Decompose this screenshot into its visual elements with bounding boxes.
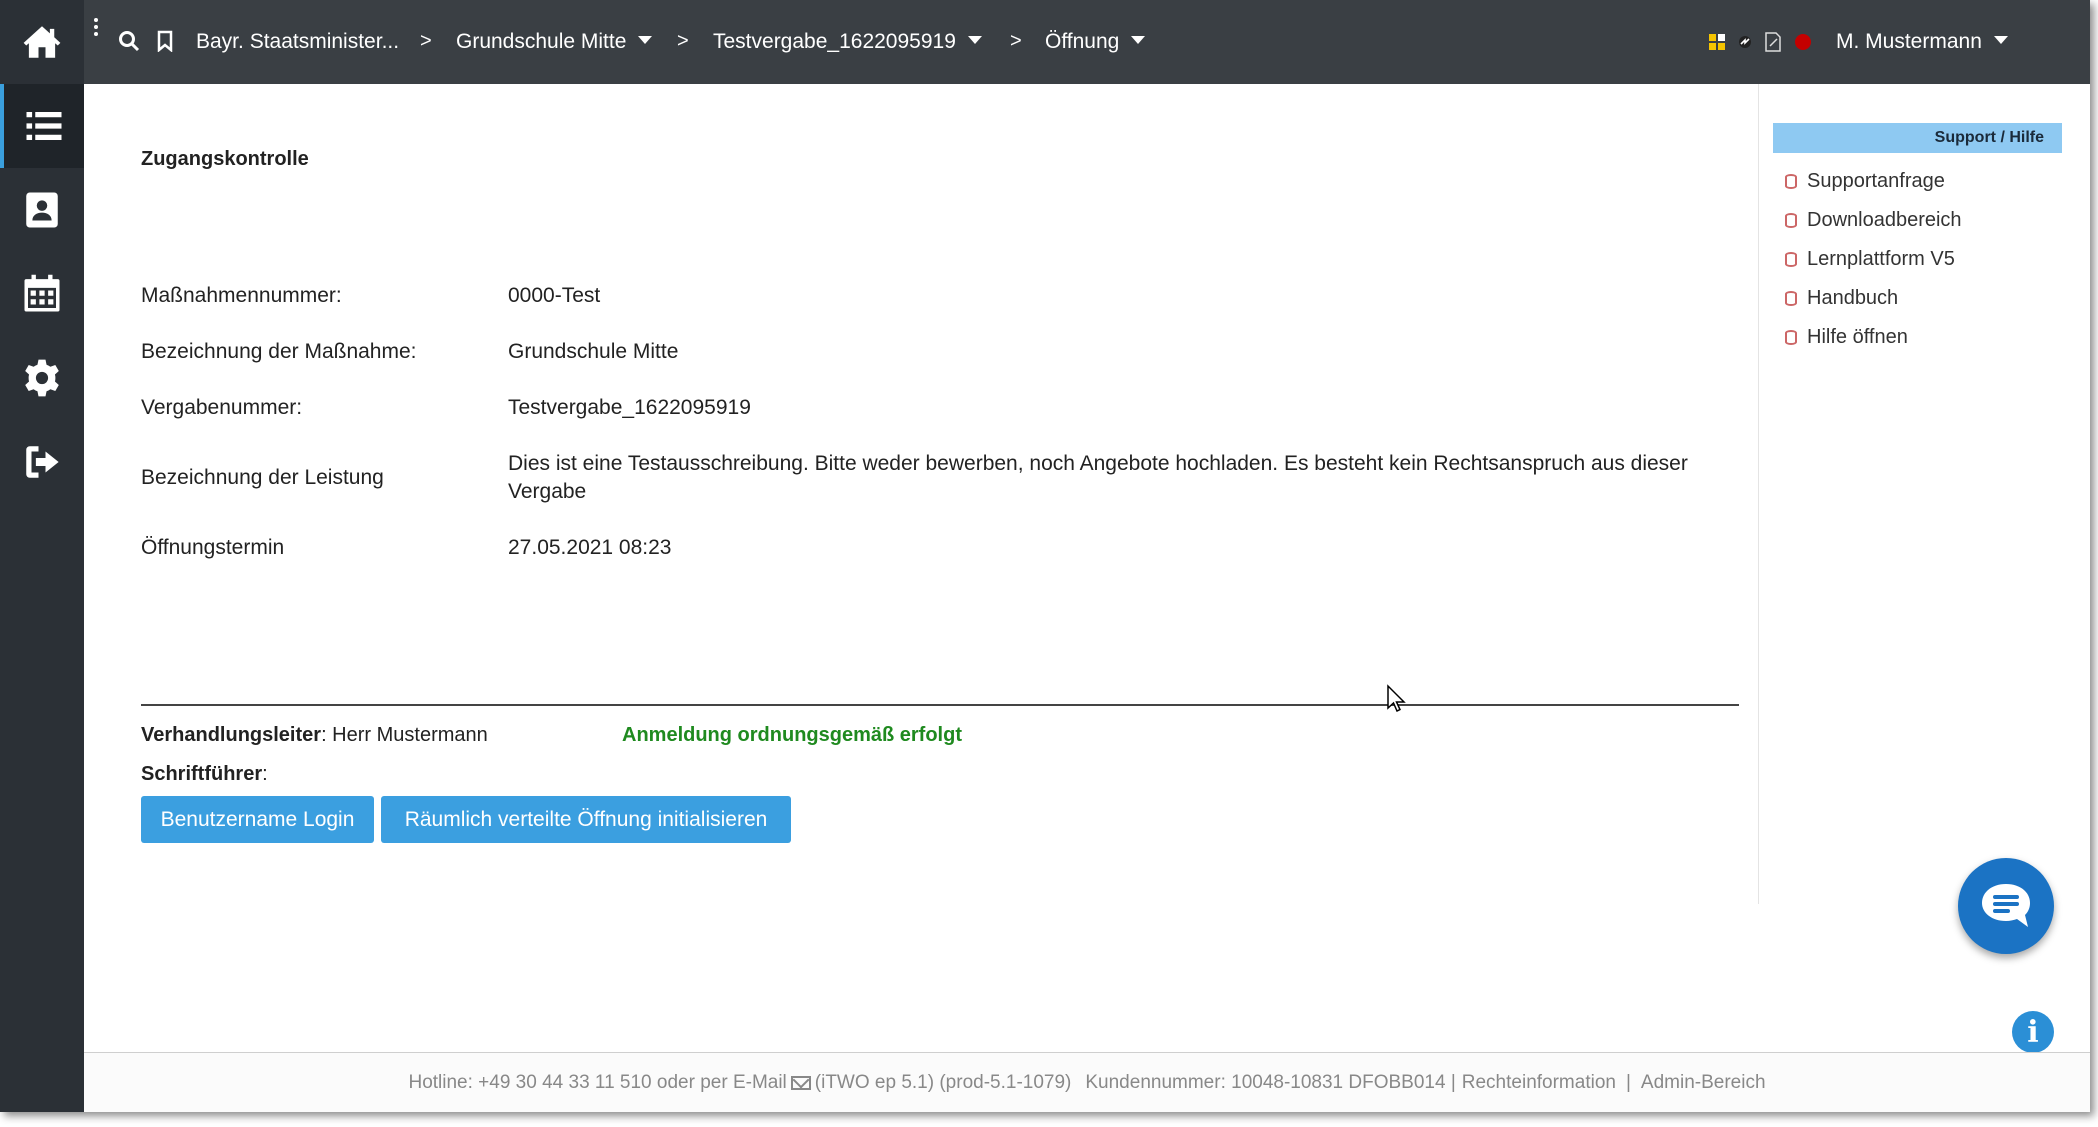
panel-divider [1758,84,1759,904]
sidebar-item-contacts[interactable] [0,168,84,252]
search-icon[interactable] [118,30,140,57]
negotiation-leader: Verhandlungsleiter: Herr Mustermann [141,724,488,747]
init-distributed-opening-button[interactable]: Räumlich verteilte Öffnung initialisiere… [381,796,791,843]
connection-icon[interactable] [1738,35,1752,49]
footer-version: (iTWO ep 5.1) (prod-5.1-1079) [814,1071,1072,1093]
app-window: Bayr. Staatsminister... > Grundschule Mi… [0,0,2090,1112]
recorder: Schriftführer: [141,763,268,785]
username-login-button[interactable]: Benutzername Login [141,796,374,843]
chevron-down-icon [967,36,982,44]
divider [141,704,1739,706]
label-tender-number: Vergabenummer: [141,396,303,419]
footer: Hotline: +49 30 44 33 11 510 oder per E-… [84,1052,2090,1112]
label-service-name: Bezeichnung der Leistung [141,466,384,489]
breadcrumb-tender[interactable]: Testvergabe_1622095919 [713,30,982,54]
left-sidebar [0,0,84,1112]
database-icon [1785,174,1797,189]
support-link-learning[interactable]: Lernplattform V5 [1785,248,1955,271]
list-icon [26,112,62,140]
mail-icon[interactable] [790,1075,811,1090]
sidebar-item-home[interactable] [0,0,84,84]
value-measure-name: Grundschule Mitte [508,340,679,363]
main-content: Zugangskontrolle Maßnahmennummer: 0000-T… [84,84,1760,1050]
database-icon [1785,291,1797,306]
value-tender-number: Testvergabe_1622095919 [508,396,751,419]
breadcrumb-organisation[interactable]: Bayr. Staatsminister... [196,30,399,54]
label-measure-name: Bezeichnung der Maßnahme: [141,340,417,363]
calendar-icon [24,274,60,312]
alert-icon[interactable] [1794,33,1812,51]
home-icon [23,26,61,58]
footer-hotline: Hotline: +49 30 44 33 11 510 oder per E-… [408,1071,787,1093]
mouse-cursor-icon [1387,684,1406,713]
footer-rights-link[interactable]: Rechteinformation [1462,1072,1616,1094]
chevron-down-icon [638,36,653,44]
breadcrumb-separator: > [677,30,689,52]
label-measure-number: Maßnahmennummer: [141,284,342,307]
breadcrumb-project[interactable]: Grundschule Mitte [456,30,653,54]
user-menu[interactable]: M. Mustermann [1836,30,2008,54]
sidebar-item-list[interactable] [0,84,84,168]
chevron-down-icon [1993,36,2008,44]
database-icon [1785,213,1797,228]
value-service-name: Dies ist eine Testausschreibung. Bitte w… [508,452,1688,503]
footer-admin-link[interactable]: Admin-Bereich [1641,1072,1766,1094]
page-title: Zugangskontrolle [141,148,309,170]
status-message: Anmeldung ordnungsgemäß erfolgt [622,724,962,746]
support-link-manual[interactable]: Handbuch [1785,287,1898,310]
contact-icon [26,192,58,228]
recorder-label: Schriftführer [141,763,263,785]
label-opening-date: Öffnungstermin [141,536,285,559]
footer-customer: Kundennummer: 10048-10831 DFOBB014 | [1085,1071,1456,1093]
breadcrumb-separator: > [420,30,432,52]
document-edit-icon[interactable] [1764,32,1782,52]
sidebar-item-calendar[interactable] [0,252,84,336]
breadcrumb-separator: > [1010,30,1022,52]
chevron-down-icon [1131,36,1146,44]
sidebar-item-logout[interactable] [0,420,84,504]
support-link-help[interactable]: Hilfe öffnen [1785,326,1908,349]
chat-button[interactable] [1958,858,2054,954]
database-icon [1785,330,1797,345]
status-grid-icon[interactable] [1709,33,1726,51]
info-button[interactable]: i [2012,1011,2054,1053]
database-icon [1785,252,1797,267]
support-heading: Support / Hilfe [1773,123,2062,153]
info-icon: i [2027,1014,2039,1050]
value-opening-date: 27.05.2021 08:23 [508,536,672,559]
top-bar: Bayr. Staatsminister... > Grundschule Mi… [84,0,2090,84]
breadcrumb-opening[interactable]: Öffnung [1045,30,1146,54]
value-measure-number: 0000-Test [508,284,601,307]
chat-icon [1982,884,2030,927]
support-link-request[interactable]: Supportanfrage [1785,170,1945,193]
logout-icon [26,446,59,478]
status-icons [1709,32,1812,52]
more-menu-icon[interactable] [94,18,100,38]
negotiation-leader-label: Verhandlungsleiter [141,724,322,746]
sidebar-item-settings[interactable] [0,336,84,420]
gear-icon [25,359,59,397]
bookmark-icon[interactable] [156,30,174,57]
negotiation-leader-value: : Herr Mustermann [321,724,488,746]
support-link-downloads[interactable]: Downloadbereich [1785,209,1962,232]
